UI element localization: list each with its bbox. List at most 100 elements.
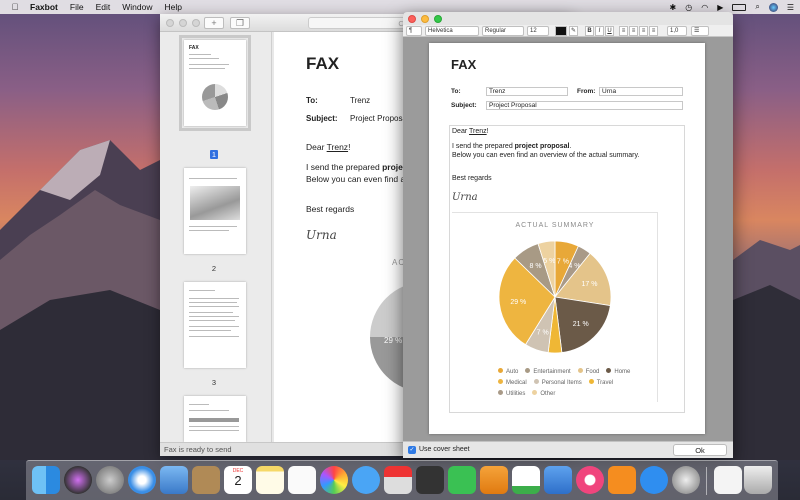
page-thumbnail[interactable] — [184, 168, 246, 254]
align-right-icon[interactable]: ≡ — [639, 26, 648, 36]
legend-item: Personal Items — [533, 379, 582, 386]
legend-label: Home — [614, 369, 631, 375]
font-style-select[interactable]: Regular — [482, 26, 524, 36]
search-icon[interactable]: ⌕ — [755, 2, 759, 12]
legend-item: Food — [577, 368, 599, 375]
faxbot-icon[interactable] — [384, 466, 412, 494]
safari-icon[interactable] — [128, 466, 156, 494]
photo-booth-icon[interactable] — [416, 466, 444, 494]
greeting-prefix: Dear — [452, 128, 469, 135]
legend-label: Travel — [596, 380, 614, 386]
body-line-1-text: I send the prepared — [452, 143, 515, 150]
menu-file[interactable]: File — [70, 2, 84, 12]
legend-label: Auto — [506, 369, 519, 375]
body-line-2: Below you can even find a — [306, 174, 406, 184]
apple-icon[interactable]:  — [10, 2, 20, 12]
body-line-1: I send the prepared projec — [306, 162, 408, 172]
zoom-button[interactable] — [192, 19, 200, 27]
minimize-button[interactable] — [179, 19, 187, 27]
legend-label: Personal Items — [541, 380, 582, 386]
use-cover-sheet-checkbox[interactable]: ✓ — [408, 446, 416, 454]
pages-icon[interactable] — [480, 466, 508, 494]
add-page-button[interactable]: + — [204, 17, 224, 29]
body-line-1-text: I send the prepared — [306, 162, 383, 172]
minimize-button[interactable] — [421, 15, 429, 23]
menu-window[interactable]: Window — [122, 2, 152, 12]
greeting-suffix: ! — [486, 128, 489, 135]
italic-button[interactable]: I — [595, 26, 604, 36]
legend-swatch — [533, 379, 539, 384]
siri-icon[interactable] — [64, 466, 92, 494]
bold-button[interactable]: B — [585, 26, 594, 36]
list-style-icon[interactable]: ☰ — [691, 26, 709, 36]
from-field[interactable]: Urna — [599, 87, 683, 96]
finder-icon[interactable] — [32, 466, 60, 494]
dock-divider — [706, 467, 707, 495]
launchpad-icon[interactable] — [96, 466, 124, 494]
wifi-icon[interactable]: ◠ — [701, 3, 708, 12]
trash-icon[interactable] — [744, 466, 772, 494]
page-thumbnail[interactable] — [184, 396, 246, 442]
notes-icon[interactable] — [256, 466, 284, 494]
keynote-icon[interactable] — [544, 466, 572, 494]
reminders-icon[interactable] — [288, 466, 316, 494]
page-thumbnail[interactable]: FAX — [179, 35, 251, 131]
underline-button[interactable]: U — [605, 26, 614, 36]
greeting-name: Trenz — [326, 142, 349, 152]
system-preferences-icon[interactable] — [672, 466, 700, 494]
align-justify-icon[interactable]: ≡ — [649, 26, 658, 36]
notification-center-icon[interactable]: ☰ — [787, 3, 794, 12]
use-cover-sheet-label: Use cover sheet — [419, 446, 470, 453]
align-center-icon[interactable]: ≡ — [629, 26, 638, 36]
siri-icon[interactable] — [768, 2, 778, 12]
numbers-icon[interactable] — [512, 466, 540, 494]
bluetooth-icon[interactable]: ✱ — [670, 3, 677, 12]
menu-help[interactable]: Help — [164, 2, 181, 12]
contacts-icon[interactable] — [192, 466, 220, 494]
volume-icon[interactable]: ▶ — [717, 3, 723, 12]
paragraph-style-select[interactable]: ¶ — [406, 26, 422, 36]
ibooks-icon[interactable] — [608, 466, 636, 494]
battery-icon[interactable] — [732, 3, 747, 11]
fax-heading: FAX — [451, 57, 477, 72]
time-machine-icon[interactable]: ◷ — [685, 3, 692, 12]
mail-icon[interactable] — [160, 466, 188, 494]
pie-slice-label: 7 % — [557, 258, 569, 265]
ok-button[interactable]: Ok — [673, 444, 727, 456]
page-thumbnail[interactable] — [184, 282, 246, 368]
subject-value: Project Proposa — [350, 114, 407, 123]
line-spacing-select[interactable]: 1,0 — [667, 26, 687, 36]
messages-icon[interactable] — [352, 466, 380, 494]
photos-icon[interactable] — [320, 466, 348, 494]
chart-title: ACTUAL SUMMARY — [515, 222, 595, 229]
align-left-icon[interactable]: ≡ — [619, 26, 628, 36]
close-button[interactable] — [408, 15, 416, 23]
calendar-icon[interactable]: DEC 2 — [224, 466, 252, 494]
subject-field[interactable]: Project Proposal — [486, 101, 683, 110]
itunes-icon[interactable] — [576, 466, 604, 494]
menu-app-name[interactable]: Faxbot — [30, 2, 58, 12]
font-family-select[interactable]: Helvetica — [425, 26, 479, 36]
menu-edit[interactable]: Edit — [96, 2, 111, 12]
body-line-1-end: . — [569, 143, 572, 150]
page-number: 1 — [210, 150, 218, 159]
facetime-icon[interactable] — [448, 466, 476, 494]
legend-label: Medical — [506, 380, 527, 386]
to-field[interactable]: Trenz — [486, 87, 568, 96]
legend-label: Other — [540, 391, 556, 397]
legend-swatch — [525, 368, 531, 373]
front-status-bar: ✓ Use cover sheet Ok — [403, 441, 733, 458]
closing: Best regards — [452, 175, 492, 182]
message-body-box[interactable]: Dear Trenz! I send the prepared project … — [449, 125, 685, 413]
legend-label: Utilities — [506, 391, 526, 397]
zoom-button[interactable] — [434, 15, 442, 23]
font-size-select[interactable]: 12 — [527, 26, 549, 36]
page-icon-button[interactable]: ❐ — [230, 17, 250, 29]
preview-icon[interactable] — [714, 466, 742, 494]
greeting: Dear Trenz! — [452, 128, 489, 135]
text-color-swatch[interactable] — [555, 26, 567, 36]
legend-swatch — [498, 390, 503, 395]
app-store-icon[interactable] — [640, 466, 668, 494]
close-button[interactable] — [166, 19, 174, 27]
highlight-color-icon[interactable]: ✎ — [569, 26, 578, 36]
